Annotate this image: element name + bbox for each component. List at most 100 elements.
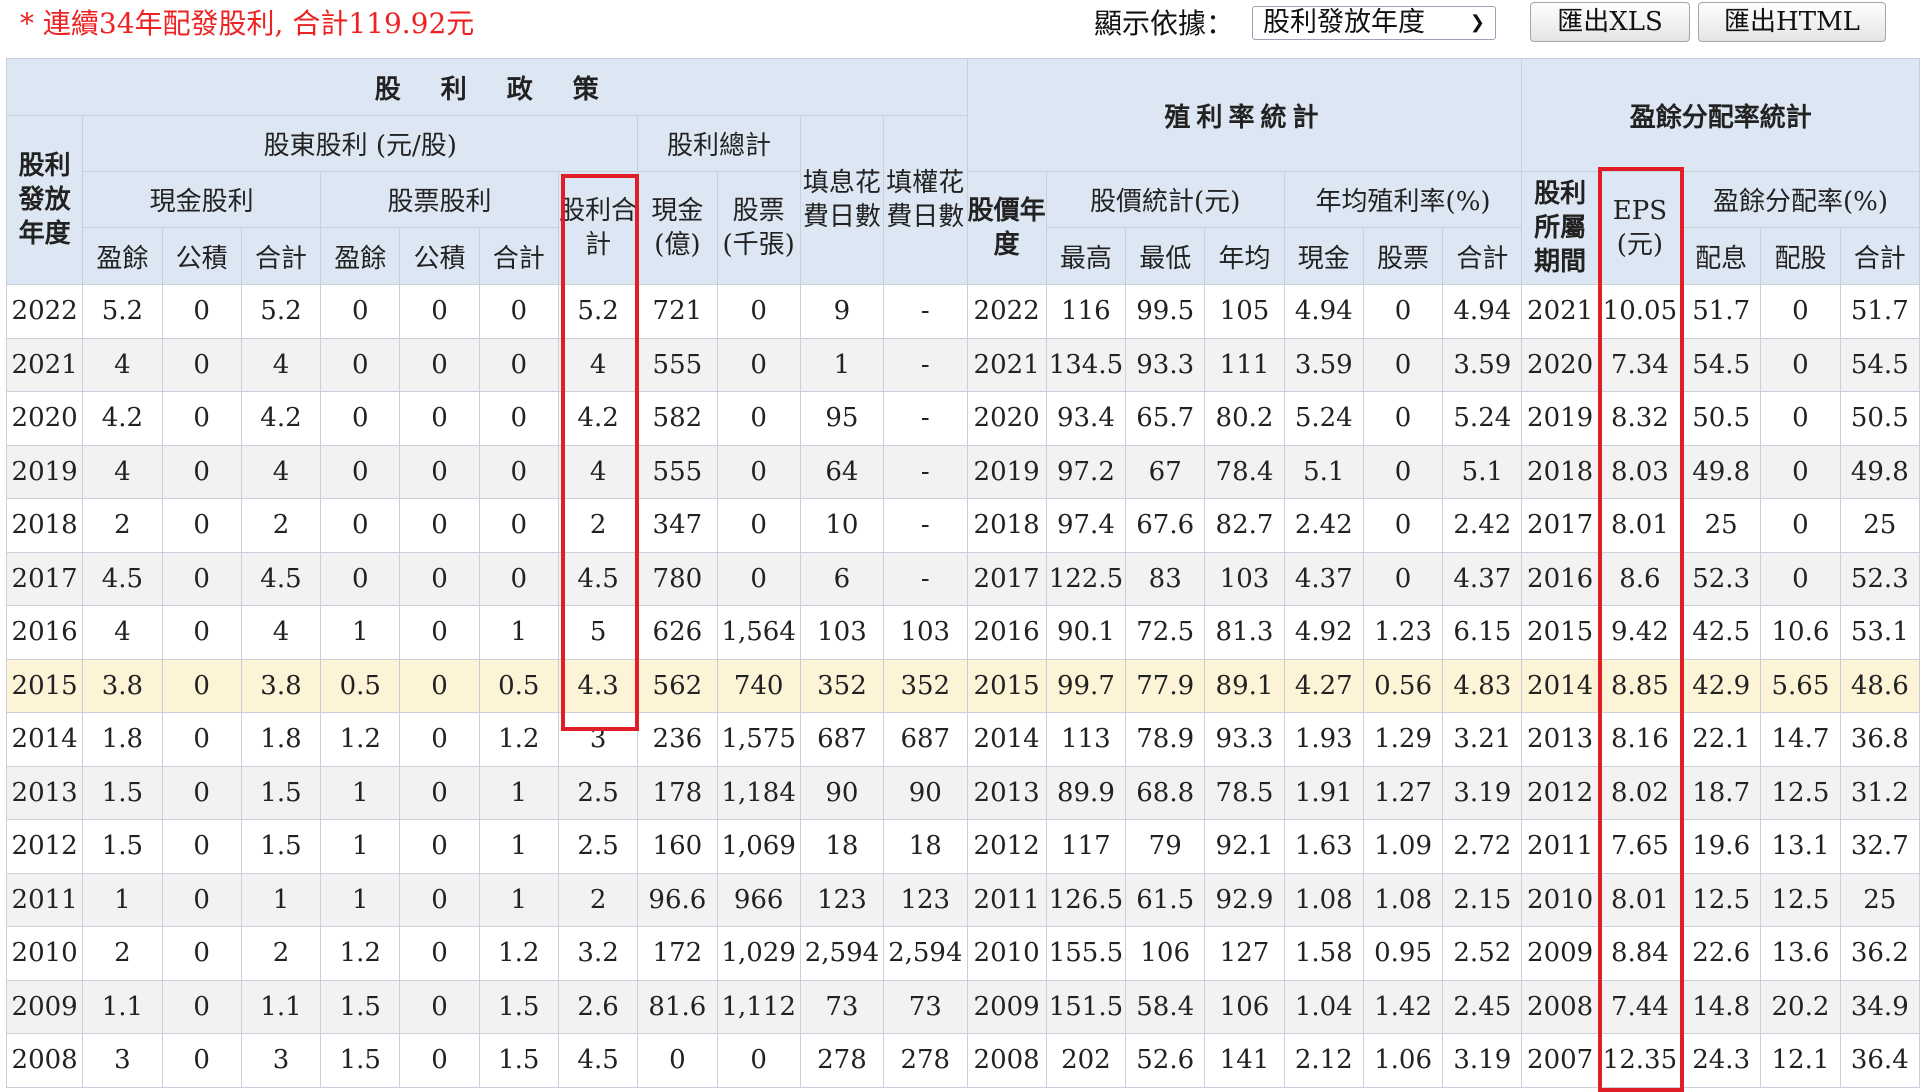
table-cell: 2.5 [557, 819, 639, 874]
table-cell: 3.8 [240, 658, 322, 713]
payout-total-header: 合計 [1839, 227, 1920, 285]
table-cell: 0 [399, 712, 480, 767]
table-cell: 0 [1760, 444, 1841, 499]
table-cell: 2012 [5, 819, 84, 874]
table-cell: 79 [1125, 819, 1206, 874]
table-cell: 2 [240, 926, 322, 981]
table-cell: 93.3 [1204, 712, 1285, 767]
table-cell: 0 [399, 605, 480, 660]
table-cell: 278 [883, 1033, 968, 1088]
table-cell: 0 [320, 391, 401, 446]
table-cell: 2 [557, 872, 639, 927]
table-cell: 2.6 [557, 979, 639, 1034]
table-cell: 13.6 [1760, 926, 1841, 981]
table-cell: 2017 [966, 551, 1047, 606]
table-cell: 2013 [5, 765, 84, 820]
table-cell: 1.8 [82, 712, 163, 767]
table-cell: 1.08 [1283, 872, 1364, 927]
table-cell: 0 [161, 391, 242, 446]
table-cell: 81.6 [637, 979, 718, 1034]
stock-earnings-header: 盈餘 [320, 227, 401, 285]
table-cell: 1 [320, 872, 401, 927]
table-cell: 10.05 [1597, 284, 1683, 339]
table-cell: 58.4 [1125, 979, 1206, 1034]
table-cell: 202 [1045, 1033, 1127, 1088]
table-cell: - [883, 444, 968, 499]
eps-header: EPS (元) [1597, 171, 1683, 285]
table-cell: 4 [82, 444, 163, 499]
table-cell: 8.16 [1597, 712, 1683, 767]
table-cell: 4 [240, 444, 322, 499]
table-cell: 4.83 [1442, 658, 1523, 713]
table-cell: 2022 [966, 284, 1047, 339]
table-cell: 1 [478, 819, 559, 874]
table-cell: 13.1 [1760, 819, 1841, 874]
table-cell: 2021 [5, 337, 84, 392]
table-cell: 12.5 [1760, 872, 1841, 927]
price-stats-header: 股價統計(元) [1045, 171, 1285, 228]
dividend-sum-header: 股利合計 [557, 171, 639, 285]
cash-total-header: 現金(億) [637, 171, 718, 285]
dividend-total-header: 股利總計 [637, 115, 801, 172]
stock-dividend-header: 股票股利 [320, 171, 559, 228]
table-cell: 0 [1760, 551, 1841, 606]
table-cell: 5.2 [240, 284, 322, 339]
table-cell: 2021 [966, 337, 1047, 392]
table-cell: 3.19 [1442, 1033, 1523, 1088]
table-cell: 5.1 [1283, 444, 1364, 499]
table-cell: 2009 [5, 979, 84, 1034]
table-cell: 42.9 [1681, 658, 1762, 713]
table-cell: 2013 [1521, 712, 1599, 767]
table-cell: 1.06 [1362, 1033, 1444, 1088]
export-html-button[interactable]: 匯出HTML [1698, 2, 1886, 42]
table-cell: 2010 [966, 926, 1047, 981]
table-cell: 1 [320, 605, 401, 660]
toolbar: * 連續34年配發股利, 合計119.92元 顯示依據： 股利發放年度 ❯ 匯出… [0, 0, 1920, 56]
table-cell: 18 [799, 819, 885, 874]
table-cell: 1.91 [1283, 765, 1364, 820]
yield-stock-header: 股票 [1362, 227, 1444, 285]
table-cell: 0 [399, 765, 480, 820]
table-cell: 2010 [1521, 872, 1599, 927]
table-cell: 1.5 [478, 1033, 559, 1088]
table-cell: 3 [557, 712, 639, 767]
table-cell: 8.85 [1597, 658, 1683, 713]
cash-earnings-header: 盈餘 [82, 227, 163, 285]
table-cell: 1.5 [82, 765, 163, 820]
table-cell: 34.9 [1839, 979, 1920, 1034]
table-cell: 0 [399, 498, 480, 553]
export-xls-button[interactable]: 匯出XLS [1530, 2, 1690, 42]
table-cell: 0 [399, 819, 480, 874]
table-cell: 2019 [1521, 391, 1599, 446]
period-header: 股利所屬期間 [1521, 171, 1599, 285]
table-cell: 0 [161, 658, 242, 713]
table-cell: 8.01 [1597, 498, 1683, 553]
table-cell: 0 [1760, 337, 1841, 392]
table-cell: 54.5 [1839, 337, 1920, 392]
table-cell: 740 [716, 658, 801, 713]
table-cell: 0 [320, 284, 401, 339]
display-basis-select[interactable]: 股利發放年度 ❯ [1252, 6, 1496, 40]
table-cell: 92.1 [1204, 819, 1285, 874]
table-cell: 721 [637, 284, 718, 339]
table-cell: 4.94 [1442, 284, 1523, 339]
table-cell: 2008 [5, 1033, 84, 1088]
table-cell: 0 [399, 551, 480, 606]
table-cell: 1 [478, 765, 559, 820]
table-cell: - [883, 551, 968, 606]
table-cell: 2015 [5, 658, 84, 713]
table-cell: 1.5 [240, 765, 322, 820]
table-cell: 0 [637, 1033, 718, 1088]
table-cell: 81.3 [1204, 605, 1285, 660]
table-cell: 0 [399, 872, 480, 927]
table-cell: 65.7 [1125, 391, 1206, 446]
table-cell: 3.8 [82, 658, 163, 713]
table-cell: 89.1 [1204, 658, 1285, 713]
ex-dividend-days-header: 填息花費日數 [799, 115, 885, 285]
table-cell: 0 [161, 872, 242, 927]
table-cell: 2.45 [1442, 979, 1523, 1034]
table-cell: 0 [716, 337, 801, 392]
table-cell: 7.65 [1597, 819, 1683, 874]
table-cell: 25 [1839, 498, 1920, 553]
table-cell: 8.01 [1597, 872, 1683, 927]
